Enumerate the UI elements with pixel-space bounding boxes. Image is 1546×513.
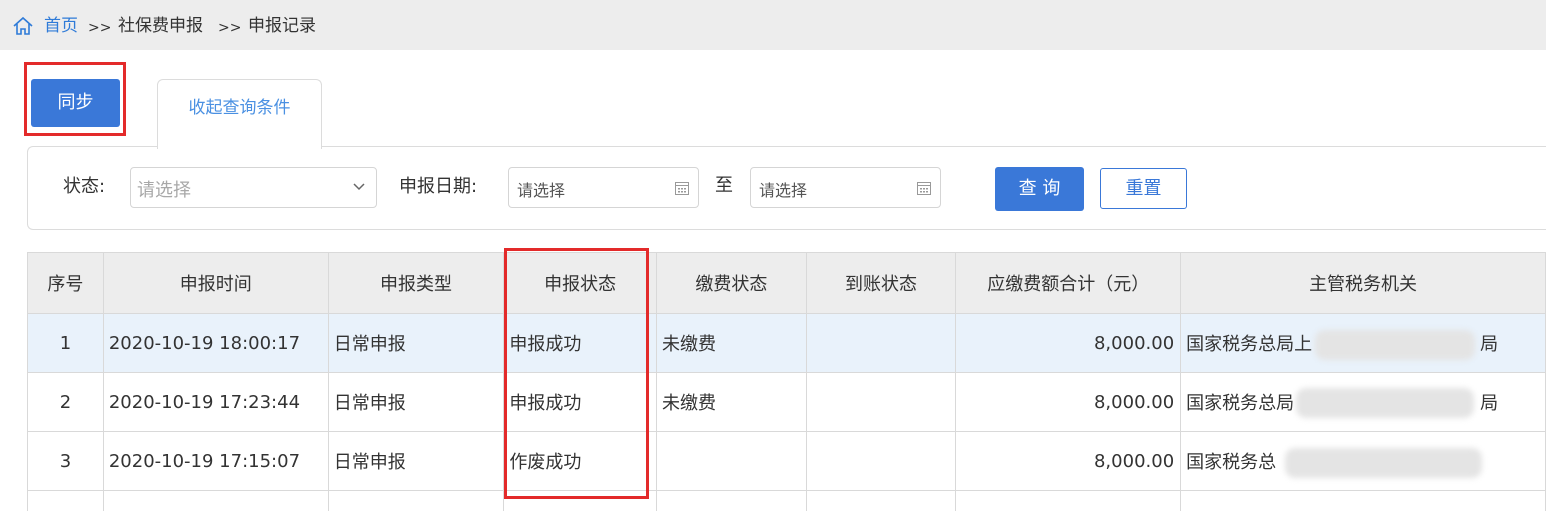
cell-status: 作废成功 (503, 431, 658, 491)
home-icon[interactable] (12, 15, 34, 37)
cell-index: 1 (27, 313, 104, 373)
cell-time: 2020-10-19 17:23:44 (102, 372, 329, 432)
cell-type: 日常申报 (327, 372, 505, 432)
chevron-down-icon (353, 183, 365, 191)
cell-arrival-status (805, 372, 957, 432)
cell-amount: 8,000.00 (955, 313, 1182, 373)
cell-pay-status: 未缴费 (656, 372, 807, 432)
column-header-status: 申报状态 (503, 252, 658, 314)
breadcrumb: 首页 >> 社保费申报 >> 申报记录 (0, 0, 1546, 50)
table-header-row: 序号 申报时间 申报类型 申报状态 缴费状态 到账状态 应缴费额合计（元） 主管… (27, 252, 1546, 314)
authority-text: 国家税务总 (1186, 452, 1277, 473)
column-header-index: 序号 (27, 252, 104, 314)
date-from-input[interactable]: 请选择 (508, 167, 699, 208)
query-button[interactable]: 查 询 (995, 167, 1084, 211)
cell-time: 2020-10-19 18:00:17 (102, 313, 329, 373)
calendar-icon (675, 182, 689, 195)
authority-text: 国家税务总局上 (1186, 334, 1313, 355)
date-to-placeholder: 请选择 (759, 181, 808, 200)
cell-arrival-status (805, 431, 957, 491)
cell-amount: 8,000.00 (955, 431, 1182, 491)
breadcrumb-current: 申报记录 (248, 16, 316, 36)
breadcrumb-home-link[interactable]: 首页 (44, 15, 78, 37)
cell-amount: 8,000.00 (955, 372, 1182, 432)
breadcrumb-item-social-fee[interactable]: 社保费申报 (118, 15, 203, 37)
to-label: 至 (715, 175, 733, 196)
status-select[interactable]: 请选择 (130, 167, 377, 208)
table-filler-row (27, 490, 1546, 511)
column-header-authority: 主管税务机关 (1180, 252, 1546, 314)
status-label: 状态: (63, 176, 106, 197)
cell-status: 申报成功 (503, 372, 658, 432)
column-header-time: 申报时间 (102, 252, 329, 314)
tab-collapse-query-label: 收起查询条件 (188, 98, 291, 118)
authority-tail: 局 (1480, 393, 1499, 414)
cell-type: 日常申报 (327, 313, 505, 373)
column-header-pay-status: 缴费状态 (656, 252, 807, 314)
calendar-icon (917, 182, 931, 195)
redacted-text (1285, 448, 1482, 478)
cell-type: 日常申报 (327, 431, 505, 491)
sync-button[interactable]: 同步 (31, 79, 120, 127)
date-from-placeholder: 请选择 (517, 181, 566, 200)
status-select-placeholder: 请选择 (137, 180, 191, 201)
reset-button[interactable]: 重置 (1100, 168, 1187, 209)
tab-collapse-query[interactable]: 收起查询条件 (157, 79, 322, 149)
cell-status: 申报成功 (503, 313, 658, 373)
date-to-input[interactable]: 请选择 (750, 167, 941, 208)
redacted-text (1296, 388, 1474, 418)
declare-date-label: 申报日期: (399, 176, 478, 197)
cell-arrival-status (805, 313, 957, 373)
authority-text: 国家税务总局 (1186, 393, 1295, 414)
column-header-arrival-status: 到账状态 (805, 252, 957, 314)
redacted-text (1315, 330, 1475, 360)
column-header-amount: 应缴费额合计（元） (955, 252, 1182, 314)
cell-index: 2 (27, 372, 104, 432)
breadcrumb-separator: >> (218, 20, 242, 36)
column-header-type: 申报类型 (327, 252, 505, 314)
authority-tail: 局 (1480, 334, 1499, 355)
cell-pay-status: 未缴费 (656, 313, 807, 373)
breadcrumb-separator: >> (88, 20, 112, 36)
cell-time: 2020-10-19 17:15:07 (102, 431, 329, 491)
cell-index: 3 (27, 431, 104, 491)
cell-pay-status (656, 431, 807, 491)
